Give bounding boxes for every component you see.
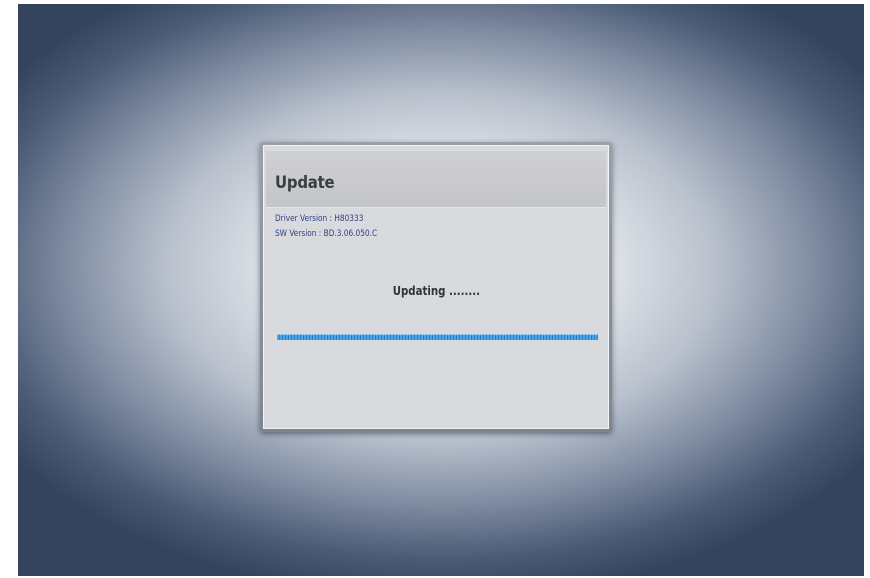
- tv-screen: Update Driver Version : H80333 SW Versio…: [18, 4, 864, 576]
- status-text-wrapper: Updating ........: [264, 284, 608, 298]
- update-dialog: Update Driver Version : H80333 SW Versio…: [260, 142, 612, 432]
- progress-bar-fill: [277, 334, 598, 340]
- dialog-header: Update: [266, 151, 606, 208]
- updating-status-text: Updating ........: [392, 284, 480, 298]
- dialog-title: Update: [275, 173, 335, 193]
- dialog-body: Update Driver Version : H80333 SW Versio…: [263, 145, 609, 429]
- progress-bar: [277, 334, 598, 340]
- sw-version-text: SW Version : BD.3.06.050.C: [275, 229, 378, 239]
- driver-version-text: Driver Version : H80333: [275, 214, 364, 224]
